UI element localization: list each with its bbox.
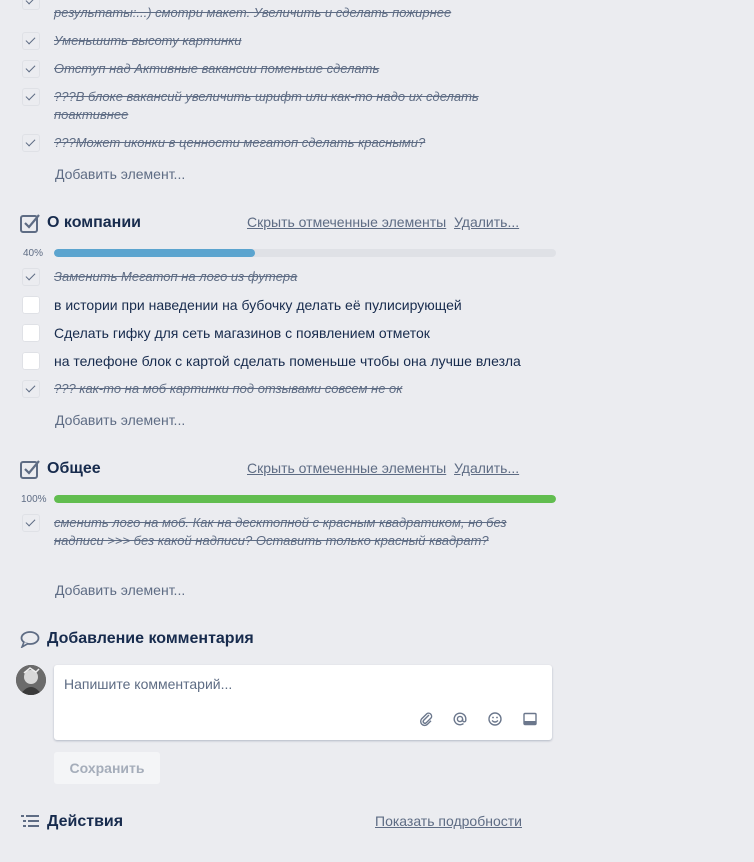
checklist-icon bbox=[20, 460, 40, 479]
checkbox[interactable] bbox=[22, 134, 40, 152]
emoji-icon[interactable] bbox=[487, 711, 503, 727]
checklist-item-text[interactable]: Отступ над Активные вакансии поменьше сд… bbox=[54, 60, 524, 78]
mention-icon[interactable] bbox=[452, 711, 468, 727]
add-item-button[interactable]: Добавить элемент... bbox=[55, 582, 185, 598]
progress-bar bbox=[54, 249, 556, 257]
comment-input[interactable]: Напишите комментарий... bbox=[54, 665, 552, 740]
checkbox[interactable] bbox=[22, 352, 40, 370]
comment-section-title: Добавление комментария bbox=[47, 630, 254, 647]
checklist-item-text[interactable]: ???Может иконки в ценности мегатоп сдела… bbox=[54, 134, 524, 152]
checkbox[interactable] bbox=[22, 88, 40, 106]
checklist-item-text[interactable]: в истории при наведении на бубочку делат… bbox=[54, 296, 534, 314]
card-icon[interactable] bbox=[522, 711, 538, 727]
checklist-item-text[interactable]: сменить лого на моб. Как на десктопной с… bbox=[54, 514, 524, 550]
delete-checklist-link[interactable]: Удалить... bbox=[454, 460, 519, 476]
checklist-item-text[interactable]: Заменить Мегатоп на лого из футера bbox=[54, 268, 524, 286]
hide-checked-link[interactable]: Скрыть отмеченные элементы bbox=[247, 460, 446, 476]
checklist-item-text[interactable]: на телефоне блок с картой сделать помень… bbox=[54, 352, 544, 370]
save-button[interactable]: Сохранить bbox=[54, 752, 160, 784]
progress-bar bbox=[54, 495, 556, 503]
checkbox[interactable] bbox=[22, 514, 40, 532]
comment-icon bbox=[20, 631, 40, 648]
checkbox[interactable] bbox=[22, 32, 40, 50]
hide-checked-link[interactable]: Скрыть отмеченные элементы bbox=[247, 214, 446, 230]
checklist-title[interactable]: Общее bbox=[47, 460, 101, 478]
delete-checklist-link[interactable]: Удалить... bbox=[454, 214, 519, 230]
checklist-item-text[interactable]: Уменьшить высоту картинки bbox=[54, 32, 524, 50]
checklist-item-text[interactable]: ???В блоке вакансий увеличить шрифт или … bbox=[54, 88, 534, 124]
activity-list-icon bbox=[21, 815, 39, 827]
activity-title: Действия bbox=[47, 813, 124, 830]
checkbox[interactable] bbox=[22, 60, 40, 78]
checkbox[interactable] bbox=[22, 268, 40, 286]
progress-fill bbox=[54, 495, 556, 503]
checkbox[interactable] bbox=[22, 324, 40, 342]
progress-percent: 100% bbox=[21, 494, 47, 505]
checkbox[interactable] bbox=[22, 296, 40, 314]
progress-percent: 40% bbox=[23, 248, 44, 259]
checkbox[interactable] bbox=[22, 380, 40, 398]
progress-fill bbox=[54, 249, 255, 257]
checklist-item-text[interactable]: Сделать гифку для сеть магазинов с появл… bbox=[54, 324, 534, 342]
comment-placeholder: Напишите комментарий... bbox=[64, 676, 233, 692]
add-item-button[interactable]: Добавить элемент... bbox=[55, 412, 185, 428]
checkbox[interactable] bbox=[22, 0, 40, 10]
add-item-button[interactable]: Добавить элемент... bbox=[55, 166, 185, 182]
checklist-icon bbox=[20, 214, 40, 233]
checklist-item-text[interactable]: результаты:...) смотри макет. Увеличить … bbox=[54, 4, 524, 22]
avatar-image bbox=[16, 665, 46, 695]
show-details-link[interactable]: Показать подробности bbox=[375, 813, 522, 829]
paperclip-icon[interactable] bbox=[418, 711, 434, 727]
avatar[interactable] bbox=[16, 665, 46, 695]
checklist-item-text[interactable]: ??? как-то на моб картинки под отзывами … bbox=[54, 380, 524, 398]
checklist-title[interactable]: О компании bbox=[47, 214, 141, 232]
